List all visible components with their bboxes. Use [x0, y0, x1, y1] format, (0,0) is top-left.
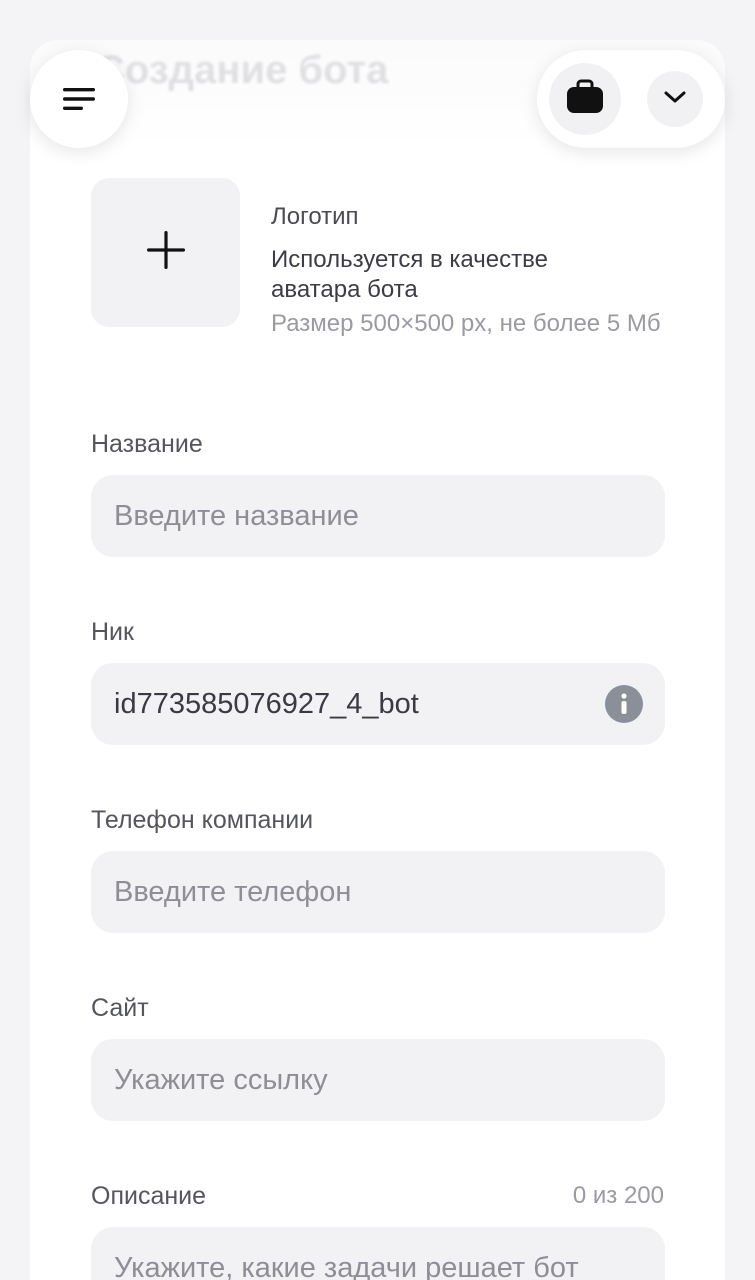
- logo-title: Логотип: [271, 203, 359, 230]
- header-actions: [537, 50, 725, 148]
- logo-upload-button[interactable]: [91, 178, 240, 327]
- phone-input[interactable]: Введите телефон: [91, 851, 665, 933]
- nick-value: id773585076927_4_bot: [114, 688, 419, 720]
- nick-label: Ник: [91, 618, 134, 646]
- site-label: Сайт: [91, 994, 149, 1022]
- business-button[interactable]: [549, 63, 621, 135]
- name-label: Название: [91, 430, 203, 458]
- page-title: Создание бота: [96, 48, 389, 92]
- account-dropdown-button[interactable]: [647, 71, 703, 127]
- description-label: Описание: [91, 1182, 207, 1210]
- phone-placeholder: Введите телефон: [114, 876, 352, 908]
- phone-label: Телефон компании: [91, 806, 314, 834]
- description-counter: 0 из 200: [572, 1182, 664, 1209]
- info-icon[interactable]: [605, 685, 643, 723]
- nick-input[interactable]: id773585076927_4_bot: [91, 663, 665, 745]
- plus-icon: [146, 230, 186, 275]
- site-placeholder: Укажите ссылку: [114, 1064, 328, 1096]
- logo-size-hint: Размер 500×500 px, не более 5 Мб: [271, 310, 661, 337]
- name-placeholder: Введите название: [114, 500, 359, 532]
- logo-description: Используется в качестве аватара бота: [271, 246, 548, 303]
- name-input[interactable]: Введите название: [91, 475, 665, 557]
- description-input[interactable]: Укажите, какие задачи решает бот: [91, 1227, 665, 1280]
- site-input[interactable]: Укажите ссылку: [91, 1039, 665, 1121]
- menu-icon: [61, 86, 97, 112]
- menu-button[interactable]: [30, 50, 128, 148]
- chevron-down-icon: [663, 90, 687, 109]
- briefcase-icon: [565, 79, 605, 120]
- description-placeholder: Укажите, какие задачи решает бот: [114, 1252, 579, 1280]
